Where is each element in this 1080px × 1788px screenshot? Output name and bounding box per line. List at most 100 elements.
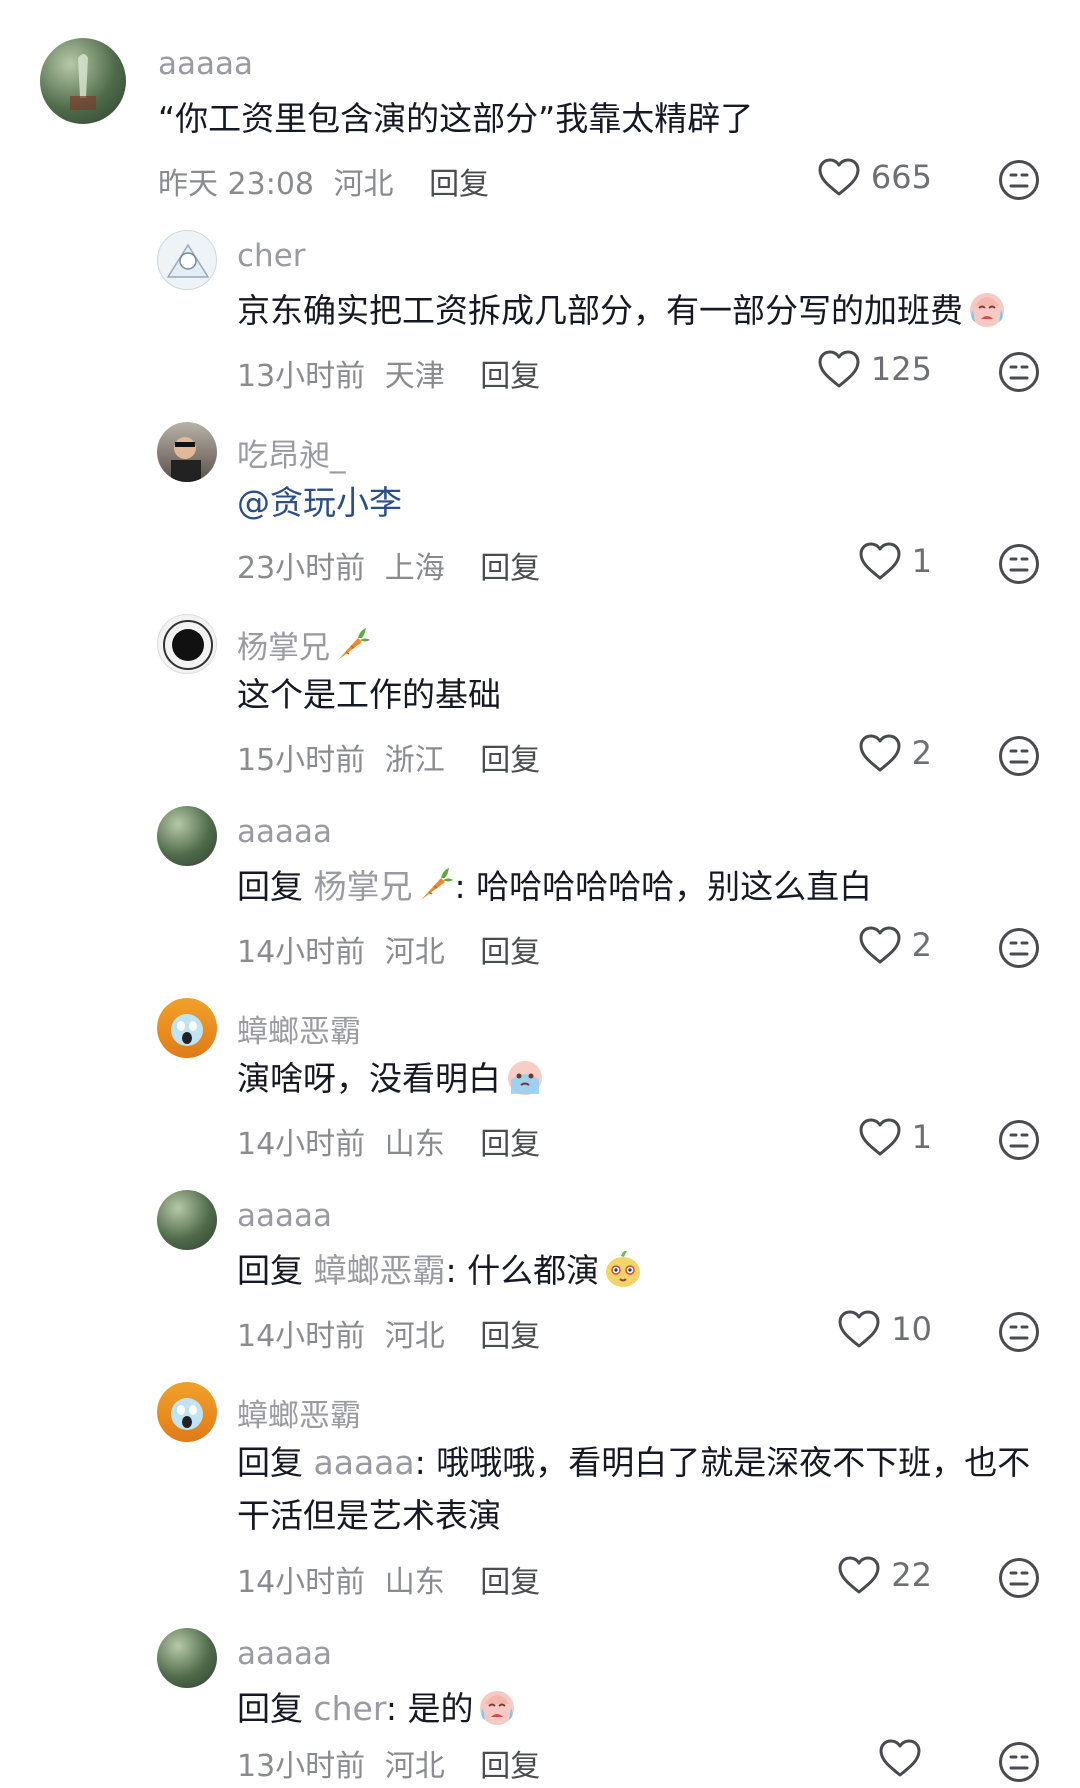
sweat-emoji-icon — [503, 1054, 547, 1098]
reply-button[interactable]: 回复 — [480, 359, 540, 394]
reply-target-name[interactable]: 杨掌兄 — [314, 867, 413, 906]
timestamp: 14小时前 — [237, 1319, 366, 1354]
comment-meta: 14小时前 山东 回复 — [237, 1119, 540, 1163]
like-button[interactable]: 2 — [858, 925, 932, 965]
crying-emoji-icon — [475, 1684, 519, 1728]
avatar[interactable] — [157, 1190, 217, 1250]
heart-outline-icon — [878, 1738, 922, 1778]
timestamp: 14小时前 — [237, 1565, 366, 1600]
like-button[interactable] — [878, 1738, 932, 1778]
timestamp: 14小时前 — [237, 1127, 366, 1162]
neutral-face-icon[interactable] — [998, 351, 1040, 393]
comment-text: 回复 杨掌兄: 哈哈哈哈哈哈，别这么直白 — [237, 860, 872, 913]
location: 河北 — [333, 167, 394, 202]
username[interactable]: aaaaa — [158, 46, 253, 82]
timestamp: 14小时前 — [237, 935, 366, 970]
location: 山东 — [384, 1565, 445, 1600]
username[interactable]: 吃昂昶_ — [237, 430, 346, 475]
avatar[interactable] — [157, 422, 217, 482]
comment-text: 回复 cher: 是的 — [237, 1682, 519, 1735]
timestamp: 23小时前 — [237, 551, 366, 586]
comment-meta: 昨天 23:08 河北 回复 — [158, 159, 489, 203]
carrot-icon — [415, 864, 455, 904]
like-button[interactable]: 22 — [837, 1555, 932, 1595]
location: 河北 — [384, 1749, 445, 1784]
comment-body: : 什么都演 — [445, 1251, 600, 1290]
location: 浙江 — [384, 743, 445, 778]
like-button[interactable]: 10 — [837, 1309, 932, 1349]
reply-button[interactable]: 回复 — [480, 1565, 540, 1600]
like-button[interactable]: 665 — [817, 157, 932, 197]
comment-text: “你工资里包含演的这部分”我靠太精辟了 — [158, 99, 754, 138]
heart-outline-icon — [858, 541, 902, 581]
reply-target-name[interactable]: cher — [314, 1689, 386, 1728]
comment-body: 演啥呀，没看明白 — [237, 1059, 501, 1098]
avatar[interactable] — [157, 1628, 217, 1688]
avatar[interactable] — [157, 1382, 217, 1442]
comment-meta: 13小时前 天津 回复 — [237, 351, 540, 395]
reply-prefix: 回复 — [237, 1689, 303, 1728]
heart-outline-icon — [858, 925, 902, 965]
like-button[interactable]: 2 — [858, 733, 932, 773]
neutral-face-icon[interactable] — [998, 1741, 1040, 1783]
avatar[interactable] — [157, 614, 217, 674]
avatar[interactable] — [157, 230, 217, 290]
username[interactable]: cher — [237, 238, 306, 274]
neutral-face-icon[interactable] — [998, 1311, 1040, 1353]
timestamp: 昨天 23:08 — [158, 167, 314, 202]
avatar[interactable] — [157, 806, 217, 866]
avatar[interactable] — [40, 38, 126, 124]
like-count: 1 — [911, 542, 932, 580]
reply-button[interactable]: 回复 — [480, 743, 540, 778]
timestamp: 13小时前 — [237, 359, 366, 394]
timestamp: 13小时前 — [237, 1749, 366, 1784]
username[interactable]: 蟑螂恶霸 — [237, 1006, 361, 1051]
comment-body: : 是的 — [385, 1689, 474, 1728]
like-button[interactable]: 125 — [817, 349, 932, 389]
reply-target-name[interactable]: 蟑螂恶霸 — [314, 1251, 446, 1290]
like-button[interactable]: 1 — [858, 541, 932, 581]
username[interactable]: aaaaa — [237, 1198, 332, 1234]
reply-button[interactable]: 回复 — [429, 167, 489, 202]
comment-text: 演啥呀，没看明白 — [237, 1052, 547, 1105]
username[interactable]: aaaaa — [237, 1636, 332, 1672]
reply-button[interactable]: 回复 — [480, 551, 540, 586]
reply-button[interactable]: 回复 — [480, 1749, 540, 1784]
neutral-face-icon[interactable] — [998, 927, 1040, 969]
username[interactable]: 蟑螂恶霸 — [237, 1390, 361, 1435]
neutral-face-icon[interactable] — [998, 543, 1040, 585]
neutral-face-icon[interactable] — [998, 159, 1040, 201]
reply-button[interactable]: 回复 — [480, 935, 540, 970]
location: 河北 — [384, 935, 445, 970]
neutral-face-icon[interactable] — [998, 1557, 1040, 1599]
comment-text: 回复 蟑螂恶霸: 什么都演 — [237, 1244, 645, 1297]
heart-outline-icon — [837, 1555, 881, 1595]
location: 上海 — [384, 551, 445, 586]
username-text: 杨掌兄 — [237, 630, 330, 666]
avatar[interactable] — [157, 998, 217, 1058]
reply-button[interactable]: 回复 — [480, 1319, 540, 1354]
username[interactable]: aaaaa — [237, 814, 332, 850]
username[interactable]: 杨掌兄 — [237, 622, 372, 667]
like-count: 665 — [870, 158, 932, 196]
reply-button[interactable]: 回复 — [480, 1127, 540, 1162]
location: 河北 — [384, 1319, 445, 1354]
carrot-icon — [332, 624, 372, 664]
comment-meta: 14小时前 山东 回复 — [237, 1557, 540, 1601]
reply-target-name[interactable]: aaaaa — [314, 1443, 415, 1482]
heart-outline-icon — [837, 1309, 881, 1349]
reply-prefix: 回复 — [237, 867, 303, 906]
like-button[interactable]: 1 — [858, 1117, 932, 1157]
reply-prefix: 回复 — [237, 1443, 303, 1482]
comment-meta: 14小时前 河北 回复 — [237, 1311, 540, 1355]
comment-meta: 15小时前 浙江 回复 — [237, 735, 540, 779]
heart-outline-icon — [858, 733, 902, 773]
neutral-face-icon[interactable] — [998, 1119, 1040, 1161]
comment-meta: 13小时前 河北 回复 — [237, 1741, 540, 1785]
like-count: 1 — [911, 1118, 932, 1156]
heart-outline-icon — [817, 349, 861, 389]
like-count: 22 — [891, 1556, 932, 1594]
location: 天津 — [384, 359, 445, 394]
mention-link[interactable]: @贪玩小李 — [237, 476, 402, 529]
neutral-face-icon[interactable] — [998, 735, 1040, 777]
